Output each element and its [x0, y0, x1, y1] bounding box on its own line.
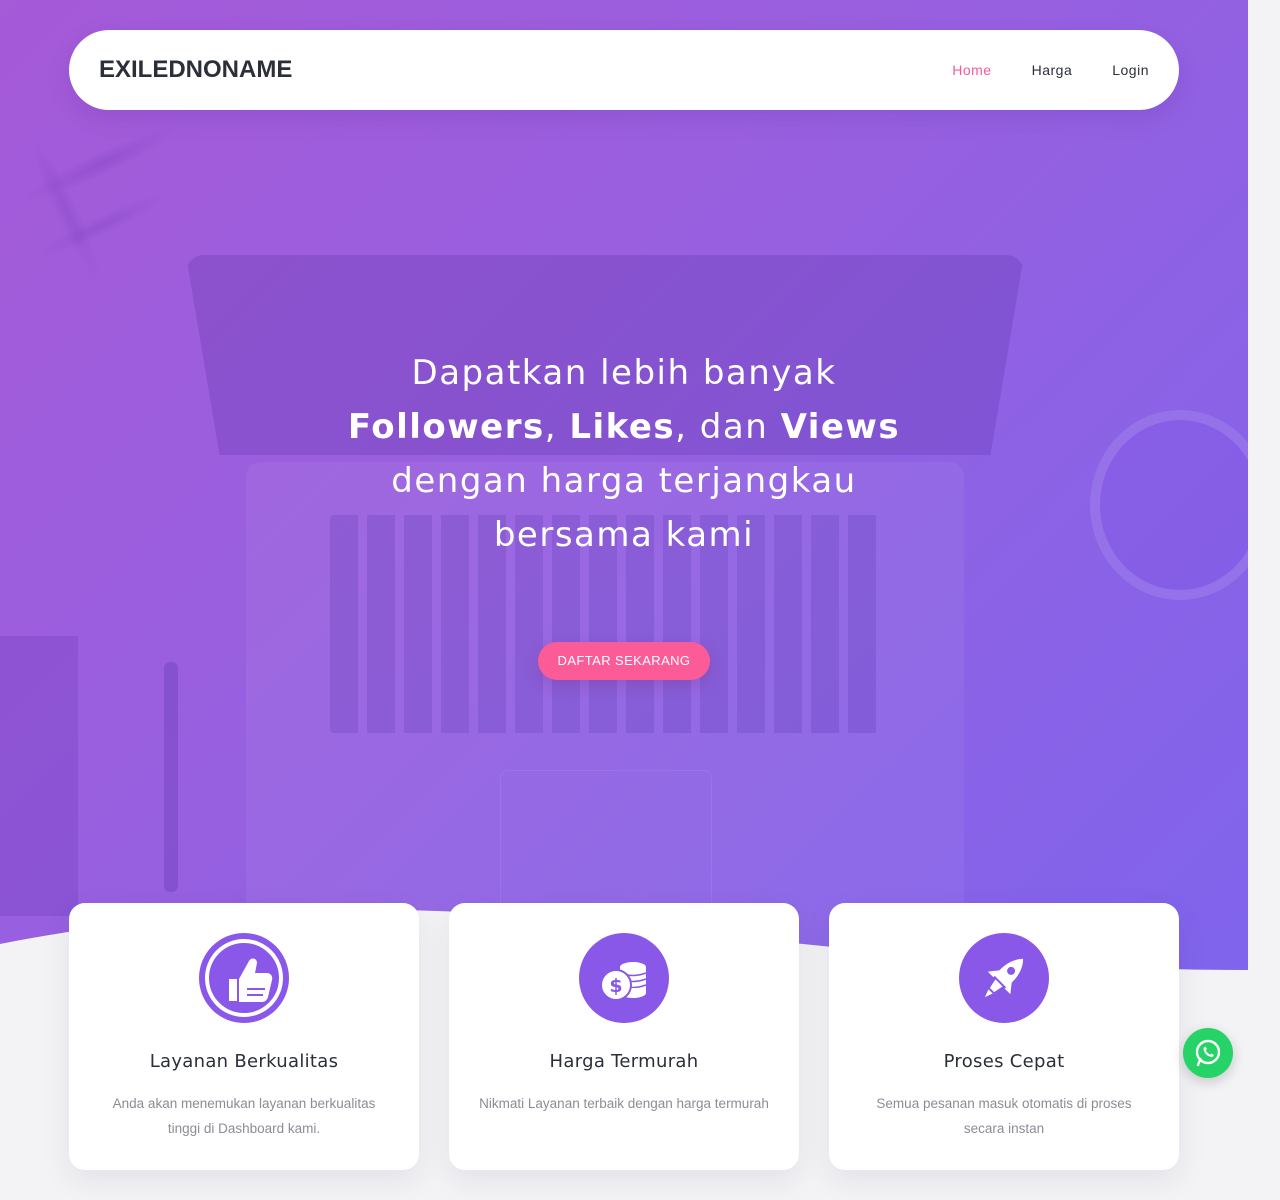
whatsapp-button[interactable] [1183, 1028, 1233, 1078]
hero-headline: Dapatkan lebih banyak Followers, Likes, … [344, 346, 904, 562]
feature-description: Nikmati Layanan terbaik dengan harga ter… [479, 1096, 769, 1111]
nav-harga-link[interactable]: Harga [1032, 62, 1073, 78]
nav-links: Home Harga Login [952, 30, 1149, 110]
headline-followers: Followers [347, 407, 545, 447]
rocket-icon [959, 933, 1049, 1023]
headline-separator-2: , dan [675, 407, 781, 447]
feature-title: Layanan Berkualitas [149, 1051, 339, 1072]
svg-text:$: $ [609, 975, 622, 997]
headline-line-1: Dapatkan lebih banyak [411, 353, 837, 393]
feature-title: Proses Cepat [943, 1051, 1065, 1072]
headline-line-3: dengan harga terjangkau [391, 461, 857, 501]
feature-description: Semua pesanan masuk otomatis di proses s… [876, 1096, 1132, 1136]
feature-card-speed: Proses Cepat Semua pesanan masuk otomati… [829, 903, 1179, 1170]
brand-logo[interactable]: EXILEDNONAME [99, 30, 292, 110]
feature-title: Harga Termurah [549, 1051, 699, 1072]
coins-dollar-icon: $ [579, 933, 669, 1023]
nav-login-link[interactable]: Login [1112, 62, 1149, 78]
whatsapp-icon [1195, 1039, 1221, 1067]
headline-separator-1: , [544, 407, 570, 447]
hero-section: Dapatkan lebih banyak Followers, Likes, … [0, 0, 1248, 980]
headline-likes: Likes [569, 407, 676, 447]
register-now-button[interactable]: DAFTAR SEKARANG [537, 642, 711, 680]
feature-card-quality: Layanan Berkualitas Anda akan menemukan … [69, 903, 419, 1170]
feature-card-price: $ Harga Termurah Nikmati Layanan terbaik… [449, 903, 799, 1170]
nav-home-link[interactable]: Home [952, 62, 991, 78]
features-section: Layanan Berkualitas Anda akan menemukan … [69, 903, 1179, 1170]
headline-line-4: bersama kami [493, 515, 755, 555]
navbar: EXILEDNONAME Home Harga Login [69, 30, 1179, 110]
hero-content: Dapatkan lebih banyak Followers, Likes, … [0, 346, 1248, 680]
headline-views: Views [780, 407, 901, 447]
thumbs-up-icon [199, 933, 289, 1023]
feature-description: Anda akan menemukan layanan berkualitas … [112, 1096, 376, 1136]
